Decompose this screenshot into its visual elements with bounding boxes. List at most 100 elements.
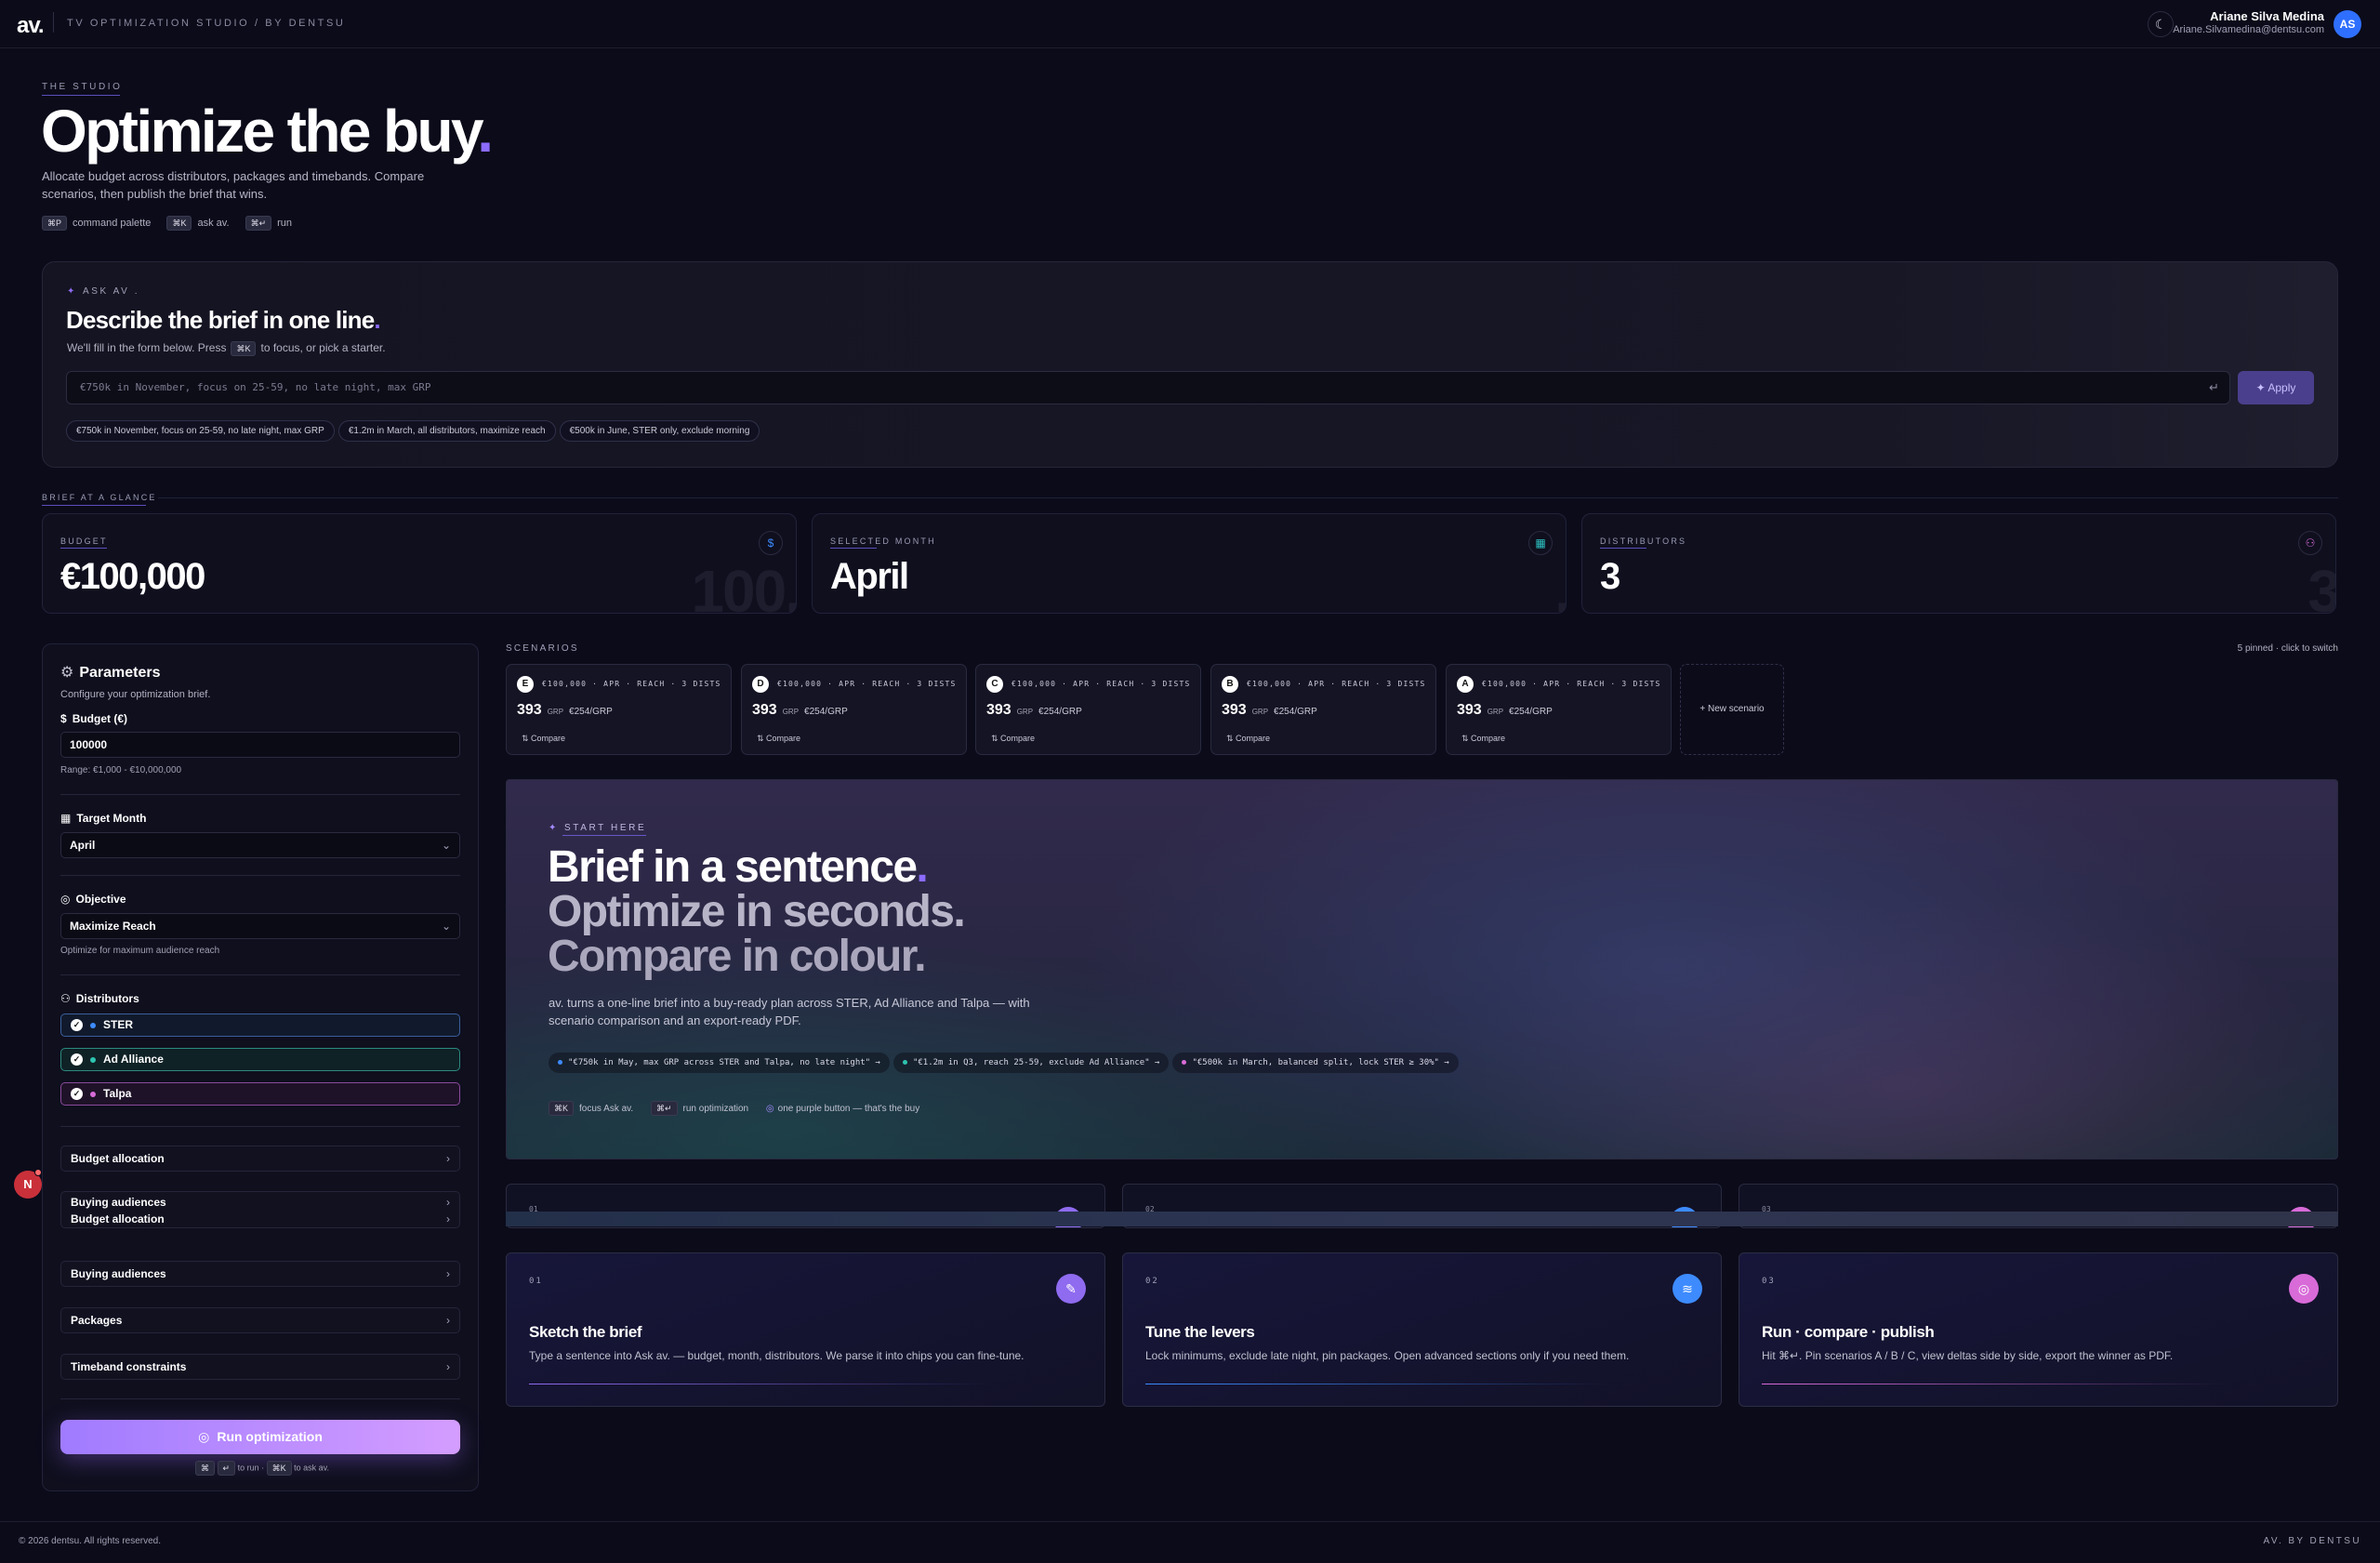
dollar-icon: $ [60, 712, 67, 725]
section-stacked[interactable]: Buying audiences › Budget allocation › [60, 1191, 460, 1228]
chevron-right-icon: › [446, 1152, 450, 1165]
enter-icon: ↵ [2209, 380, 2219, 394]
check-icon: ✓ [71, 1088, 83, 1101]
section-budget-allocation[interactable]: Budget allocation › [60, 1146, 460, 1172]
run-optimization-button[interactable]: ◎ Run optimization [60, 1420, 460, 1454]
parameters-panel: ⚙ Parameters Configure your optimization … [42, 643, 479, 1491]
run-hint: ⌘ ↵ to run · ⌘K to ask av. [195, 1461, 329, 1476]
ask-sub-text: to focus, or pick a starter. [260, 341, 386, 355]
theme-toggle-moon-icon[interactable]: ☾ [2148, 11, 2174, 37]
section-timeband-constraints[interactable]: Timeband constraints › [60, 1354, 460, 1380]
compare-link[interactable]: ⇅ Compare [991, 734, 1035, 744]
section-packages[interactable]: Packages › [60, 1307, 460, 1333]
sparkle-icon: ✦ [549, 823, 559, 833]
notification-dot [34, 1169, 42, 1176]
shortcut-label: run optimization [682, 1103, 749, 1114]
grp-unit: GRP [1251, 708, 1269, 716]
cost-per-grp: €254/GRP [804, 707, 848, 717]
avatar[interactable]: AS [2334, 10, 2361, 38]
step-description: Hit ⌘↵. Pin scenarios A / B / C, view de… [1762, 1349, 2174, 1362]
example-prompt[interactable]: "€1.2m in Q3, reach 25-59, exclude Ad Al… [892, 1053, 1170, 1073]
starter-chip[interactable]: €500k in June, STER only, exclude mornin… [559, 420, 760, 442]
check-icon: ✓ [71, 1019, 83, 1032]
objective-select[interactable]: Maximize Reach ⌄ [60, 913, 460, 939]
scenario-badge: E [517, 676, 534, 693]
distributor-ster[interactable]: ✓ STER [60, 1013, 460, 1037]
target-icon: ◎ [198, 1429, 210, 1444]
step-number: 01 [529, 1277, 543, 1286]
parameters-subtitle: Configure your optimization brief. [60, 689, 211, 700]
compare-link[interactable]: ⇅ Compare [1226, 734, 1270, 744]
step-card-sketch: 01 ✎ Sketch the brief Type a sentence in… [506, 1252, 1105, 1407]
divider [60, 974, 460, 975]
section-budget-allocation[interactable]: Budget allocation › [71, 1211, 450, 1227]
distributor-name: Talpa [103, 1087, 132, 1100]
compare-link[interactable]: ⇅ Compare [522, 734, 565, 744]
stat-ghost-text: 3 [2307, 558, 2336, 614]
starter-chip[interactable]: €750k in November, focus on 25-59, no la… [66, 420, 335, 442]
header-divider [53, 12, 54, 33]
distributor-name: STER [103, 1018, 134, 1031]
distributor-ad-alliance[interactable]: ✓ Ad Alliance [60, 1048, 460, 1071]
start-headline-1: Brief in a sentence. [548, 841, 929, 893]
objective-label: ◎ Objective [60, 893, 126, 906]
new-scenario-button[interactable]: + New scenario [1680, 664, 1784, 755]
starter-chips: €750k in November, focus on 25-59, no la… [66, 420, 763, 442]
grp-unit: GRP [547, 708, 564, 716]
shortcut-buy: ◎ one purple button — that's the buy [766, 1104, 919, 1114]
budget-label-text: Budget (€) [72, 712, 128, 725]
target-icon: ◎ [765, 1103, 774, 1114]
objective-hint: Optimize for maximum audience reach [60, 946, 220, 956]
sparkle-icon: ✦ [67, 286, 77, 297]
shortcut-ask[interactable]: ⌘K ask av. [166, 216, 230, 231]
shortcut-focus-ask: ⌘K focus Ask av. [549, 1101, 633, 1116]
footer-rule [0, 1521, 2380, 1522]
apply-button[interactable]: ✦ Apply [2238, 371, 2314, 404]
compare-icon: ⇅ [1226, 734, 1236, 743]
section-label: Timeband constraints [71, 1360, 187, 1373]
step-description: Lock minimums, exclude late night, pin p… [1145, 1349, 1630, 1362]
stat-ghost-text: . [1554, 557, 1566, 613]
compare-link[interactable]: ⇅ Compare [1461, 734, 1505, 744]
chevron-right-icon: › [446, 1314, 450, 1327]
ask-title: Describe the brief in one line. [66, 306, 381, 335]
target-icon: ◎ [2289, 1274, 2319, 1304]
section-buying-audiences[interactable]: Buying audiences › [71, 1194, 450, 1211]
example-prompt[interactable]: "€500k in March, balanced split, lock ST… [1172, 1053, 1459, 1073]
scenario-card-e[interactable]: E €100,000 · APR · REACH · 3 DISTS 393 GR… [506, 664, 732, 755]
distributor-talpa[interactable]: ✓ Talpa [60, 1082, 460, 1106]
budget-input[interactable]: 100000 [60, 732, 460, 758]
month-select[interactable]: April ⌄ [60, 832, 460, 858]
logo[interactable]: av. [17, 13, 45, 39]
title-dot: . [477, 98, 494, 165]
shortcut-label: ask av. [197, 217, 230, 229]
starter-chip[interactable]: €1.2m in March, all distributors, maximi… [337, 420, 556, 442]
grp-value: 393 [986, 702, 1012, 718]
scenario-card-b[interactable]: B €100,000 · APR · REACH · 3 DISTS 393 GR… [1210, 664, 1436, 755]
section-label: Packages [71, 1314, 123, 1327]
shortcut-command-palette[interactable]: ⌘P command palette [42, 216, 151, 231]
divider [60, 794, 460, 795]
scenario-card-c[interactable]: C €100,000 · APR · REACH · 3 DISTS 393 GR… [975, 664, 1201, 755]
page-subtitle: Allocate budget across distributors, pac… [42, 169, 425, 201]
ask-eyebrow: ✦ ASK AV . [67, 286, 139, 297]
scenario-card-d[interactable]: D €100,000 · APR · REACH · 3 DISTS 393 GR… [741, 664, 967, 755]
start-headline-2: Optimize in seconds. [548, 887, 966, 936]
grp-unit: GRP [1487, 708, 1504, 716]
shortcut-run: ⌘↵ run optimization [650, 1101, 749, 1116]
hint-text: to run · [237, 1463, 265, 1473]
section-buying-audiences[interactable]: Buying audiences › [60, 1261, 460, 1287]
compare-link[interactable]: ⇅ Compare [757, 734, 800, 744]
compare-label: Compare [1471, 734, 1506, 743]
prompt-dot [902, 1060, 907, 1065]
shortcut-label: one purple button — that's the buy [777, 1103, 920, 1114]
step-card-tune: 02 ≋ Tune the levers Lock minimums, excl… [1122, 1252, 1722, 1407]
users-icon: ⚇ [2298, 531, 2322, 555]
grp-value: 393 [752, 702, 777, 718]
shortcut-run[interactable]: ⌘↵ run [245, 216, 292, 231]
ask-input[interactable]: €750k in November, focus on 25-59, no la… [66, 371, 2230, 404]
scenario-card-a[interactable]: A €100,000 · APR · REACH · 3 DISTS 393 GR… [1446, 664, 1672, 755]
example-prompt[interactable]: "€750k in May, max GRP across STER and T… [549, 1053, 890, 1073]
eyebrow-underline [1600, 548, 1646, 549]
month-label: ▦ Target Month [60, 812, 146, 825]
